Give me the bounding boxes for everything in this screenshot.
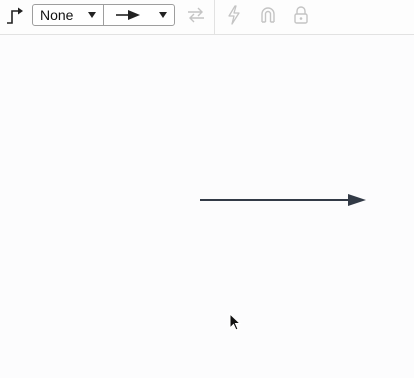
lock-icon[interactable] [290, 3, 312, 27]
connector-layer [200, 194, 366, 206]
swap-arrows-icon[interactable] [185, 3, 207, 27]
connector-arrow[interactable] [200, 194, 366, 206]
filled-arrow-icon [116, 10, 140, 20]
toolbar: None [0, 0, 414, 35]
arrowhead-selector: None [32, 4, 175, 26]
magnet-icon[interactable] [257, 3, 279, 27]
end-arrowhead-dropdown[interactable] [104, 5, 174, 25]
start-arrowhead-label: None [40, 7, 74, 23]
start-arrowhead-dropdown[interactable]: None [33, 5, 104, 25]
mouse-pointer-icon [229, 313, 242, 331]
lightning-icon[interactable] [223, 3, 245, 27]
caret-down-icon [88, 12, 96, 18]
toolbar-divider [214, 0, 215, 35]
elbow-connector-icon[interactable] [4, 3, 26, 27]
caret-down-icon [159, 12, 167, 18]
drawing-canvas[interactable] [0, 36, 414, 373]
